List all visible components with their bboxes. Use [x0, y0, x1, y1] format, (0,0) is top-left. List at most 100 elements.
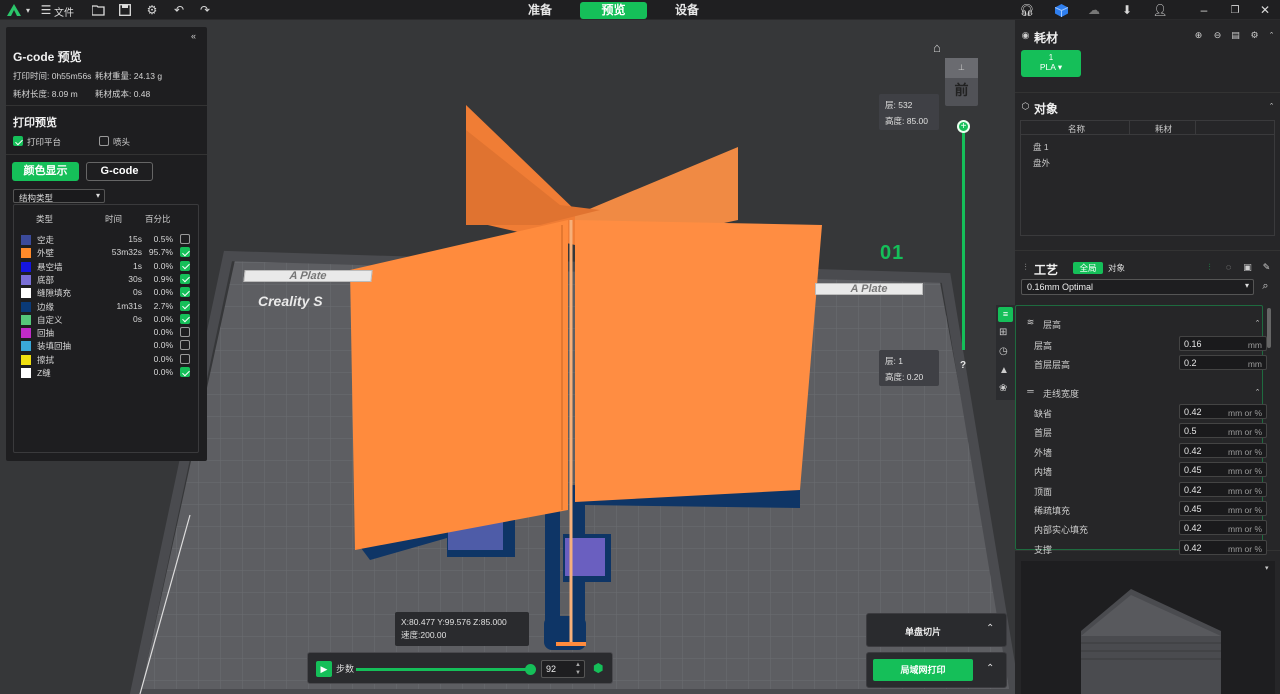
legend-row: 自定义 0s 0.0%: [19, 313, 197, 326]
collapse-icon[interactable]: ⌃: [1266, 30, 1277, 41]
tab-preview[interactable]: 预览: [580, 2, 647, 19]
profile-select[interactable]: 0.16mm Optimal ▾: [1021, 279, 1254, 295]
home-icon[interactable]: ⌂: [933, 40, 941, 55]
legend-checkbox[interactable]: [180, 247, 190, 258]
color-display-button[interactable]: 颜色显示: [12, 162, 79, 181]
chevron-up-icon[interactable]: ⌃: [986, 623, 994, 634]
param-input[interactable]: 0.5 mm or %: [1179, 423, 1267, 439]
legend-checkbox[interactable]: [180, 234, 190, 244]
lan-print-button[interactable]: 局域网打印: [873, 659, 973, 681]
param-input[interactable]: 0.42 mm or %: [1179, 520, 1267, 536]
legend-row: Z缝 0.0%: [19, 366, 197, 379]
tab-device[interactable]: 设备: [667, 2, 707, 19]
chevron-up-icon[interactable]: ⌃: [1252, 318, 1263, 329]
add-icon[interactable]: ⊕: [1193, 30, 1204, 41]
group-line-width: 走线宽度: [1043, 389, 1080, 399]
compare-icon[interactable]: ◌: [1223, 262, 1234, 273]
layer-slider-track[interactable]: [962, 124, 965, 350]
search-icon[interactable]: ⌕: [1260, 281, 1271, 292]
plate-checkbox[interactable]: [13, 136, 23, 146]
param-input[interactable]: 0.42 mm or %: [1179, 539, 1267, 555]
close-icon[interactable]: ✕: [1257, 2, 1273, 18]
headset-icon[interactable]: 🎧︎: [1019, 2, 1035, 18]
param-input[interactable]: 0.45 mm or %: [1179, 462, 1267, 478]
plate-thumbnail: ▾: [1021, 561, 1275, 694]
nozzle-checkbox[interactable]: [99, 136, 109, 146]
chevron-up-icon[interactable]: ⌃: [1252, 387, 1263, 398]
legend-checkbox[interactable]: [180, 260, 190, 271]
col-type: 类型: [36, 214, 54, 224]
settings-icon[interactable]: ⚙: [1249, 30, 1260, 41]
legend-checkbox[interactable]: [180, 340, 190, 351]
view-cube[interactable]: ⊥ 前: [945, 58, 978, 106]
edit-icon[interactable]: ▤: [1230, 30, 1241, 41]
help-icon[interactable]: ?: [960, 360, 966, 371]
single-slice-panel: 单盘切片 ⌃: [866, 613, 1007, 647]
height-bottom-label: 高度: 0.20: [885, 372, 924, 382]
filament-slot-1[interactable]: 1 PLA ▾: [1021, 50, 1081, 77]
structure-type-select[interactable]: 结构类型 ▾: [13, 189, 105, 203]
save-preset-icon[interactable]: ▣: [1242, 262, 1253, 273]
tab-prepare[interactable]: 准备: [520, 2, 560, 19]
gear-icon[interactable]: ⚙: [144, 2, 160, 18]
param-input[interactable]: 0.2 mm: [1179, 355, 1267, 371]
gauge-icon[interactable]: ◷: [999, 346, 1008, 357]
legend-checkbox[interactable]: [180, 287, 190, 298]
steps-handle[interactable]: [525, 664, 537, 675]
legend-checkbox[interactable]: [180, 327, 190, 338]
play-button[interactable]: ▶: [316, 661, 332, 677]
pattern-icon[interactable]: ❀: [999, 383, 1007, 394]
param-input[interactable]: 0.42 mm or %: [1179, 442, 1267, 458]
gcode-button[interactable]: G-code: [86, 162, 153, 181]
redo-icon[interactable]: ↷: [197, 2, 213, 18]
legend-checkbox[interactable]: [180, 300, 190, 311]
single-slice-button[interactable]: 单盘切片: [905, 625, 941, 638]
user-icon[interactable]: 👤︎: [1152, 2, 1168, 18]
collapse-icon[interactable]: «: [191, 31, 196, 41]
param-row: 支撑 0.42 mm or %: [1022, 539, 1268, 557]
legend-checkbox[interactable]: [180, 367, 190, 377]
list-view-icon[interactable]: ≡: [998, 307, 1013, 322]
restore-icon[interactable]: ❐: [1227, 2, 1243, 18]
minimize-icon[interactable]: –: [1196, 2, 1212, 18]
legend-time: 30s: [128, 273, 142, 284]
grid-icon[interactable]: ⊞: [999, 327, 1007, 338]
remove-icon[interactable]: ⊖: [1212, 30, 1223, 41]
steps-track[interactable]: [356, 668, 534, 671]
menu-icon[interactable]: ☰: [38, 2, 54, 18]
param-unit: mm or %: [1228, 524, 1262, 535]
param-input[interactable]: 0.42 mm or %: [1179, 481, 1267, 497]
steps-input[interactable]: 92 ▲ ▼: [541, 660, 585, 678]
param-input[interactable]: 0.45 mm or %: [1179, 501, 1267, 516]
cube-brand-icon[interactable]: [1053, 2, 1069, 18]
save-icon[interactable]: [117, 2, 133, 18]
cloud-upload-icon[interactable]: ☁: [1086, 2, 1102, 18]
legend-checkbox[interactable]: [180, 313, 190, 324]
process-tab-object[interactable]: 对象: [1108, 262, 1125, 274]
layer-top-label: 层: 532: [885, 100, 913, 110]
legend-checkbox[interactable]: [180, 273, 190, 284]
outside-item[interactable]: 盘外: [1033, 157, 1050, 169]
plate-item[interactable]: 盘 1: [1033, 141, 1049, 153]
advanced-icon[interactable]: ⫶: [1204, 262, 1215, 273]
print-time: 打印时间: 0h55m56s: [13, 71, 92, 81]
paint-icon[interactable]: ▲: [999, 365, 1009, 376]
undo-icon[interactable]: ↶: [171, 2, 187, 18]
tools-icon[interactable]: ✎: [1261, 262, 1272, 273]
collapse-icon[interactable]: ⌃: [1266, 101, 1277, 112]
chevron-up-icon[interactable]: ⌃: [986, 663, 994, 674]
chevron-down-icon[interactable]: ▾: [20, 2, 36, 18]
legend-pct: 0.0%: [153, 340, 173, 351]
download-icon[interactable]: ⬇: [1119, 2, 1135, 18]
layer-slider-top-handle[interactable]: +: [957, 120, 970, 133]
param-input[interactable]: 0.42 mm or %: [1179, 404, 1267, 419]
param-input[interactable]: 0.16 mm: [1179, 336, 1267, 351]
stepper-arrows-icon[interactable]: ▲ ▼: [575, 661, 581, 677]
legend-checkbox[interactable]: [180, 353, 190, 364]
filament-cost: 耗材成本: 0.48: [95, 89, 151, 99]
folder-open-icon[interactable]: [90, 2, 106, 18]
file-menu[interactable]: 文件: [54, 4, 74, 19]
coords-label: X:80.477 Y:99.576 Z:85.000: [401, 617, 507, 627]
process-tab-global[interactable]: 全局: [1073, 262, 1103, 274]
layers-icon[interactable]: ⬢: [593, 662, 605, 674]
